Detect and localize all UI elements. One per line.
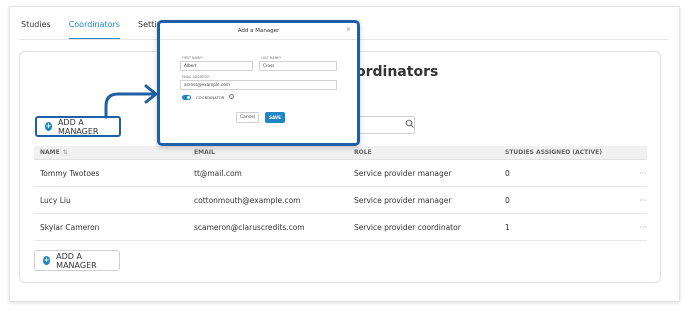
header-email: EMAIL [194,149,215,156]
cell-studies: 0 [505,195,510,205]
modal-divider [160,39,357,40]
plus-icon: + [43,256,51,265]
cell-name: Lucy Liu [40,195,71,205]
header-role: ROLE [354,149,372,156]
tab-studies[interactable]: Studies [21,20,51,40]
cell-email: scameron@claruscredits.com [194,222,305,232]
cancel-button[interactable]: Cancel [236,112,259,123]
table-header: NAME ⇅ EMAIL ROLE STUDIES ASSIGNED (ACTIV… [34,146,647,160]
header-name[interactable]: NAME ⇅ [34,149,194,156]
sort-icon[interactable]: ⇅ [63,149,68,156]
more-icon[interactable]: ··· [625,196,647,205]
header-studies: STUDIES ASSIGNED (ACTIVE) [505,149,602,156]
more-icon[interactable]: ··· [625,223,647,232]
cell-role: Service provider manager [354,168,452,178]
cell-name: Tommy Twotoes [40,168,100,178]
last-name-field[interactable]: Cross [259,61,337,71]
last-name-label: LAST NAME* [261,56,281,60]
save-button[interactable]: SAVE [265,112,285,123]
tab-coordinators[interactable]: Coordinators [68,20,120,40]
close-icon[interactable]: × [346,26,351,33]
cell-role: Service provider coordinator [354,222,461,232]
cell-email: cottonmouth@example.com [194,195,301,205]
email-label: EMAIL ADDRESS* [182,75,210,79]
add-manager-modal: Add a Manager × FIRST NAME* Albert LAST … [157,20,360,146]
info-icon[interactable]: i [229,94,234,99]
table-row[interactable]: Lucy Liu cottonmouth@example.com Service… [34,187,647,214]
coordinator-label: COORDINATOR [196,95,225,100]
email-field[interactable]: across@example.com [180,80,337,90]
first-name-field[interactable]: Albert [180,61,253,71]
cell-name: Skylar Cameron [40,222,100,232]
header-name-label: NAME [40,149,60,156]
search-icon[interactable] [405,119,415,129]
coordinators-table: NAME ⇅ EMAIL ROLE STUDIES ASSIGNED (ACTIV… [34,146,647,241]
page-title: ordinators [356,64,439,80]
table-row[interactable]: Skylar Cameron scameron@claruscredits.co… [34,214,647,241]
cell-email: tt@mail.com [194,168,242,178]
add-manager-button-bottom[interactable]: + ADD A MANAGER [34,250,120,271]
more-icon[interactable]: ··· [625,169,647,178]
coordinator-toggle[interactable] [182,95,191,100]
table-row[interactable]: Tommy Twotoes tt@mail.com Service provid… [34,160,647,187]
cell-role: Service provider manager [354,195,452,205]
add-manager-label: ADD A MANAGER [56,251,97,270]
cell-studies: 0 [505,168,510,178]
plus-icon: + [45,122,52,131]
modal-title: Add a Manager [237,28,280,34]
tab-bar: Studies Coordinators Settings [21,20,171,40]
add-manager-label: ADD A MANAGER [57,117,99,136]
cell-studies: 1 [505,222,510,232]
first-name-label: FIRST NAME* [182,56,203,60]
